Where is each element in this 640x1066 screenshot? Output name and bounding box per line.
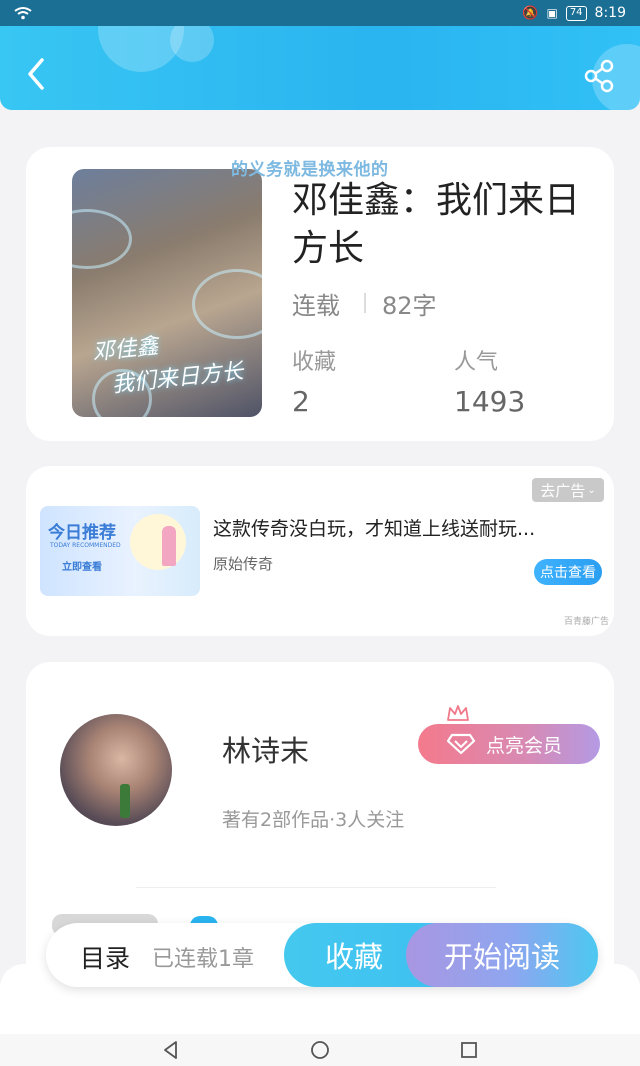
back-arrow-icon [28, 58, 44, 90]
collect-label: 收藏 [324, 940, 383, 974]
status-right: 🔕 ▣ 74 8:19 [522, 5, 626, 21]
nav-back-icon[interactable] [160, 1039, 182, 1061]
ad-title[interactable]: 这款传奇没白玩，才知道上线送耐玩... [213, 514, 535, 541]
word-count: 82字 [382, 292, 437, 320]
status-bar: 🔕 ▣ 74 8:19 [0, 0, 640, 26]
chapter-count[interactable]: 已连载1章 [152, 941, 254, 973]
popularity-value: 1493 [454, 385, 526, 418]
remove-ad-button[interactable]: 去广告 ⌄ [532, 478, 604, 502]
ad-image-sun [130, 514, 186, 570]
cover-bubble [72, 209, 132, 269]
ad-image-title: 今日推荐 [48, 523, 116, 543]
avatar-detail [120, 784, 130, 818]
wifi-icon [14, 7, 32, 20]
author-name[interactable]: 林诗末 [222, 728, 309, 770]
bottom-action-bar: 目录 已连载1章 收藏 开始阅读 [46, 923, 598, 987]
nav-recents-icon[interactable] [458, 1039, 480, 1061]
decor-bubble [170, 26, 214, 62]
start-reading-button[interactable]: 开始阅读 [406, 923, 598, 987]
author-meta: 著有2部作品·3人关注 [222, 809, 405, 831]
vip-label: 点亮会员 [486, 734, 563, 757]
start-reading-label: 开始阅读 [443, 940, 560, 974]
book-status: 连载 [292, 292, 340, 320]
no-sim-icon: ▣ [546, 6, 558, 20]
divider [136, 887, 496, 888]
book-cover[interactable]: 邓佳鑫 我们来日方长 [72, 169, 262, 417]
cover-title-art: 邓佳鑫 我们来日方长 [91, 333, 245, 398]
book-info-card: 邓佳鑫 我们来日方长 的义务就是换来他的 邓佳鑫：我们来日方长 连载 82字 收… [26, 147, 614, 441]
ad-mark: 百青藤广告 [564, 617, 610, 627]
ad-card[interactable]: 去广告 ⌄ 今日推荐 TODAY RECOMMENDED 立即查看 这款传奇没白… [26, 466, 614, 636]
diamond-icon [446, 733, 476, 755]
ad-image-button: 立即查看 [62, 562, 102, 573]
remove-ad-label: 去广告 [540, 481, 586, 500]
system-nav-bar [0, 1034, 640, 1066]
ad-image-figure [162, 526, 176, 566]
author-avatar[interactable] [60, 714, 172, 826]
back-button[interactable] [22, 54, 52, 94]
ad-source: 原始传奇 [213, 555, 274, 573]
nav-home-icon[interactable] [309, 1039, 331, 1061]
chevron-down-icon: ⌄ [587, 484, 596, 496]
ad-image[interactable]: 今日推荐 TODAY RECOMMENDED 立即查看 [40, 506, 200, 596]
ad-image-subtitle: TODAY RECOMMENDED [50, 542, 121, 549]
share-icon [584, 59, 614, 93]
crown-icon [447, 705, 469, 721]
catalog-button[interactable]: 目录 [80, 939, 130, 975]
ad-cta-button[interactable]: 点击查看 [534, 559, 602, 585]
favorites-label: 收藏 [292, 350, 337, 375]
share-button[interactable] [580, 56, 620, 96]
book-title: 邓佳鑫：我们来日方长 [292, 180, 581, 269]
popularity-label: 人气 [454, 350, 499, 375]
mute-icon: 🔕 [522, 5, 539, 21]
header [0, 26, 640, 110]
activate-vip-button[interactable]: 点亮会员 [418, 724, 600, 764]
clock: 8:19 [594, 5, 626, 21]
battery-indicator: 74 [565, 5, 587, 21]
status-separator [364, 293, 366, 313]
favorites-value: 2 [292, 385, 310, 418]
